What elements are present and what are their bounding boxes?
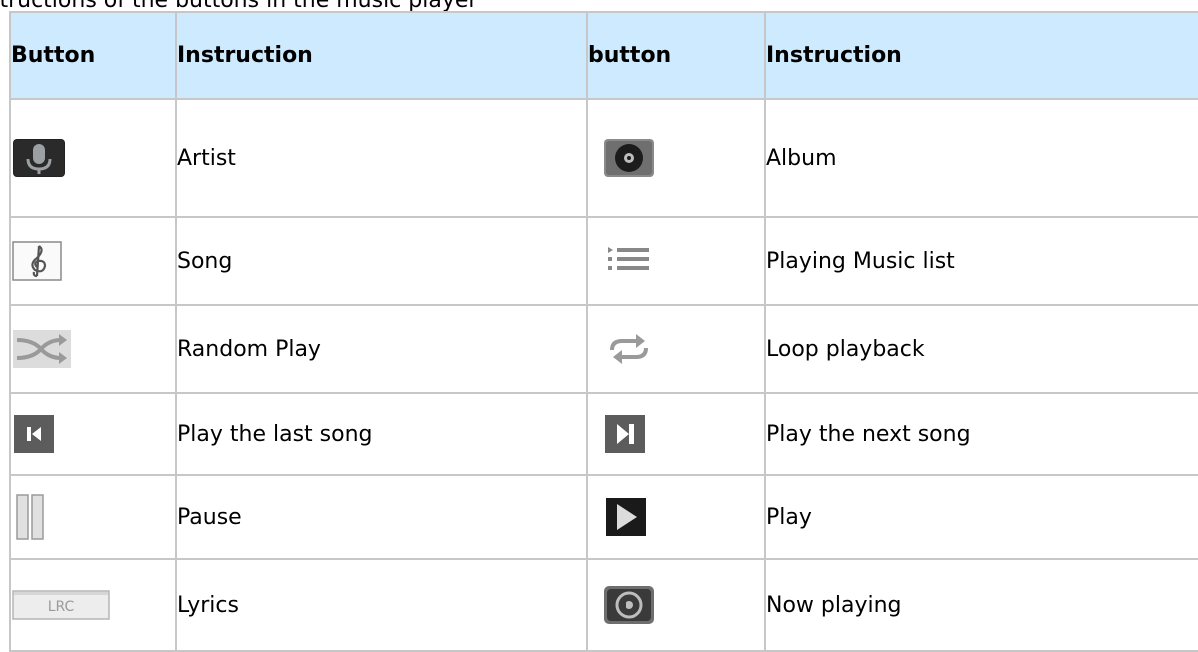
button-cell (586, 216, 766, 306)
table-row: Pause Play (9, 474, 1198, 560)
instruction-cell: Playing Music list (764, 216, 1198, 306)
instruction-cell: Loop playback (764, 304, 1198, 394)
instruction-cell: Lyrics (175, 558, 588, 652)
button-cell (9, 216, 177, 306)
header-instruction-2: Instruction (764, 11, 1198, 100)
now-playing-icon (604, 586, 654, 624)
table-row: Random Play Loop playback (9, 304, 1198, 394)
button-cell: LRC (9, 558, 177, 652)
button-cell (586, 392, 766, 476)
playlist-icon (608, 247, 649, 270)
instruction-cell: Play the next song (764, 392, 1198, 476)
lrc-lyrics-icon: LRC (12, 590, 110, 620)
button-cell (586, 304, 766, 394)
lrc-label: LRC (48, 599, 75, 615)
button-cell (586, 558, 766, 652)
button-cell (9, 98, 177, 218)
next-track-icon (605, 415, 645, 453)
button-cell (586, 474, 766, 560)
instruction-cell: Album (764, 98, 1198, 218)
table-row: LRC Lyrics Now playing (9, 558, 1198, 652)
button-cell (9, 392, 177, 476)
play-icon (606, 498, 646, 536)
table-row: Play the last song Play the next song (9, 392, 1198, 476)
button-cell (9, 474, 177, 560)
pause-icon (16, 494, 44, 540)
instruction-cell: Song (175, 216, 588, 306)
instruction-cell: Pause (175, 474, 588, 560)
button-instructions-table: Button Instruction button Instruction Ar… (9, 11, 1198, 652)
button-cell (9, 304, 177, 394)
header-button-2: button (586, 11, 766, 100)
instruction-cell: Play (764, 474, 1198, 560)
shuffle-icon (13, 330, 71, 368)
treble-clef-icon (12, 241, 62, 281)
album-disc-icon (604, 139, 654, 177)
instruction-cell: Play the last song (175, 392, 588, 476)
table-row: Artist Album (9, 98, 1198, 218)
instruction-cell: Now playing (764, 558, 1198, 652)
table-row: Song Playing Music list (9, 216, 1198, 306)
instruction-cell: Artist (175, 98, 588, 218)
microphone-icon (13, 139, 65, 177)
header-button: Button (9, 11, 177, 100)
button-cell (586, 98, 766, 218)
table-header-row: Button Instruction button Instruction (9, 11, 1198, 100)
previous-track-icon (14, 415, 54, 453)
header-instruction: Instruction (175, 11, 588, 100)
repeat-icon (610, 334, 648, 364)
instruction-cell: Random Play (175, 304, 588, 394)
